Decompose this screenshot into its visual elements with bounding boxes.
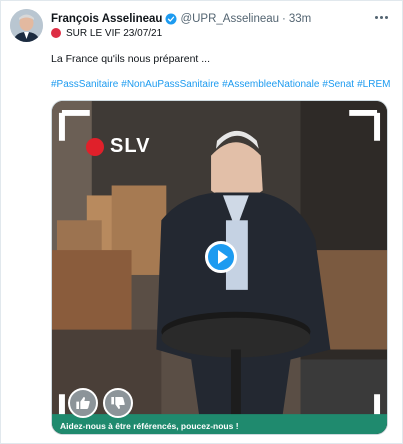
verified-badge-icon	[165, 13, 177, 25]
subline-text: SUR LE VIF 23/07/21	[66, 27, 163, 39]
separator-dot: ·	[282, 13, 286, 25]
slv-logo-text: SLV	[110, 135, 151, 157]
hashtag-link[interactable]: #Senat	[322, 79, 354, 90]
avatar[interactable]	[10, 9, 43, 42]
hashtag-link[interactable]: #AssembleeNationale	[222, 79, 319, 90]
video-caption-text: Aidez-nous à être référencés, poucez-nou…	[60, 421, 239, 431]
hashtag-list: #PassSanitaire #NonAuPassSanitaire #Asse…	[51, 79, 390, 90]
video-player[interactable]: SLV Aidez-nous à être référencés, poucez…	[51, 100, 388, 435]
tweet-timestamp[interactable]: 33m	[289, 11, 311, 27]
author-name[interactable]: François Asselineau	[51, 11, 162, 27]
hashtag-link[interactable]: #LREM	[357, 79, 390, 90]
thumbs-up-icon	[68, 388, 98, 418]
play-icon[interactable]	[205, 241, 237, 273]
hashtag-link[interactable]: #PassSanitaire	[51, 79, 118, 90]
thumbs-down-icon	[103, 388, 133, 418]
video-caption-bar: Aidez-nous à être référencés, poucez-nou…	[52, 374, 387, 434]
tweet-text: La France qu'ils nous préparent ...	[51, 53, 211, 65]
hashtag-link[interactable]: #NonAuPassSanitaire	[121, 79, 219, 90]
tweet-header: François Asselineau @UPR_Asselineau · 33…	[51, 11, 390, 27]
red-circle-icon	[51, 28, 61, 38]
red-circle-icon	[86, 137, 104, 156]
more-options-icon[interactable]	[372, 10, 390, 24]
slv-logo: SLV	[86, 135, 150, 158]
author-handle[interactable]: @UPR_Asselineau	[180, 11, 279, 27]
tweet-card[interactable]: François Asselineau @UPR_Asselineau · 33…	[0, 0, 403, 444]
tweet-subline: SUR LE VIF 23/07/21	[51, 26, 162, 40]
